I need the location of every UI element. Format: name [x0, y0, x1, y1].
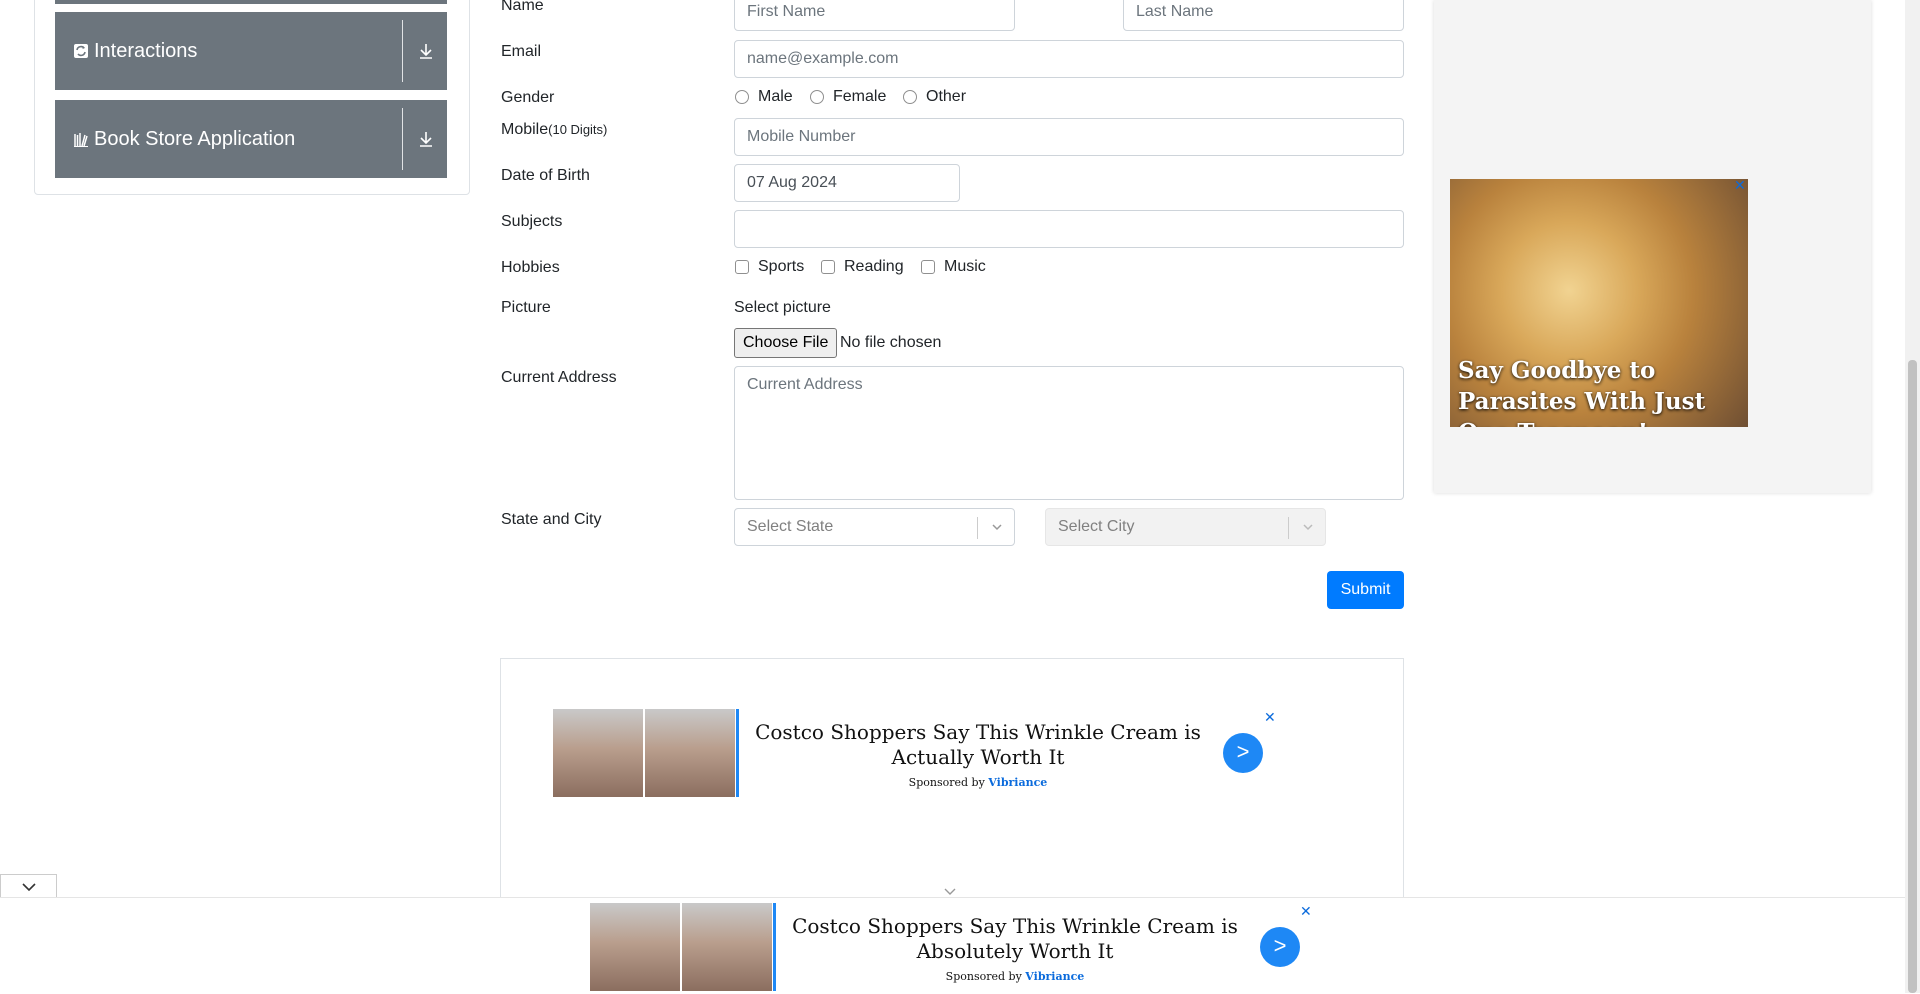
inline-ad-go-button[interactable]: >	[1223, 733, 1263, 773]
gender-female-label[interactable]: Female	[833, 88, 886, 106]
ad-accent-bar	[773, 903, 776, 991]
dob-label: Date of Birth	[501, 167, 590, 184]
mobile-hint: (10 Digits)	[548, 122, 608, 137]
state-select-placeholder: Select State	[747, 518, 834, 535]
gender-other-radio[interactable]	[903, 90, 917, 104]
select-separator	[977, 517, 978, 539]
bottom-ad-go-button[interactable]: >	[1260, 927, 1300, 967]
sponsor-link[interactable]: Vibriance	[1025, 970, 1084, 983]
choose-file-button[interactable]: Choose File	[734, 328, 838, 358]
picture-caption: Select picture	[734, 299, 831, 316]
hobby-music-label[interactable]: Music	[944, 258, 986, 276]
sidebar-item-book-store[interactable]: Book Store Application	[55, 100, 447, 178]
city-select-placeholder: Select City	[1058, 518, 1135, 535]
email-label: Email	[501, 43, 542, 60]
chevron-down-icon[interactable]	[991, 521, 1003, 533]
ad-image-face-left[interactable]	[553, 709, 643, 797]
right-ad-banner[interactable]: Say Goodbye to Parasites With Just One T…	[1450, 179, 1748, 427]
subjects-input[interactable]	[734, 210, 1404, 248]
close-icon[interactable]: ✕	[1300, 903, 1312, 920]
chevron-down-icon[interactable]	[1302, 521, 1314, 533]
mobile-input[interactable]: Mobile Number	[734, 118, 1404, 156]
sidebar-item-label: Book Store Application	[94, 128, 296, 150]
close-icon[interactable]: ✕	[1734, 177, 1746, 194]
sidebar-item-interactions[interactable]: Interactions	[55, 12, 447, 90]
divider	[402, 20, 403, 82]
inline-ad-sponsor: Sponsored by Vibriance	[755, 776, 1201, 789]
gender-label: Gender	[501, 89, 555, 106]
select-separator	[1288, 517, 1289, 539]
book-store-icon	[74, 133, 88, 147]
state-city-label: State and City	[501, 511, 602, 528]
address-label: Current Address	[501, 369, 617, 386]
mobile-label-text: Mobile	[501, 121, 549, 138]
hobby-sports-checkbox[interactable]	[735, 260, 749, 274]
ad-accent-bar	[736, 709, 739, 797]
subjects-label: Subjects	[501, 213, 563, 230]
right-ad-caption[interactable]: Say Goodbye to Parasites With Just One T…	[1458, 355, 1748, 427]
chevron-down-icon[interactable]	[21, 881, 37, 893]
ad-image-face-right[interactable]	[645, 709, 735, 797]
bottom-ad-sponsor: Sponsored by Vibriance	[790, 970, 1240, 983]
hobbies-label: Hobbies	[501, 259, 560, 276]
hobby-reading-checkbox[interactable]	[821, 260, 835, 274]
state-select[interactable]: Select State	[734, 508, 1015, 546]
name-label: Name	[501, 0, 544, 14]
gender-female-radio[interactable]	[810, 90, 824, 104]
ad-image-face-left[interactable]	[590, 903, 680, 991]
interactions-icon	[74, 44, 88, 58]
gender-other-label[interactable]: Other	[926, 88, 966, 106]
hobby-music-checkbox[interactable]	[921, 260, 935, 274]
mobile-label: Mobile(10 Digits)	[501, 121, 607, 139]
hobby-reading-label[interactable]: Reading	[844, 258, 904, 276]
bottom-ad-title[interactable]: Costco Shoppers Say This Wrinkle Cream i…	[790, 914, 1240, 964]
bottom-ad-collapse-tab[interactable]	[0, 874, 57, 898]
sidebar-item-partial[interactable]	[55, 0, 447, 4]
first-name-input[interactable]: First Name	[734, 0, 1015, 31]
city-select[interactable]: Select City	[1045, 508, 1326, 546]
sponsored-prefix: Sponsored by	[945, 970, 1022, 983]
scrollbar-thumb[interactable]	[1908, 360, 1917, 993]
dob-input[interactable]: 07 Aug 2024	[734, 164, 960, 202]
submit-button[interactable]: Submit	[1327, 571, 1404, 609]
sponsored-prefix: Sponsored by	[908, 776, 985, 789]
sponsor-link[interactable]: Vibriance	[988, 776, 1047, 789]
picture-label: Picture	[501, 299, 551, 316]
close-icon[interactable]: ✕	[1264, 709, 1276, 726]
last-name-input[interactable]: Last Name	[1123, 0, 1404, 31]
download-icon[interactable]	[417, 42, 435, 60]
gender-male-label[interactable]: Male	[758, 88, 793, 106]
no-file-text: No file chosen	[840, 334, 942, 351]
gender-male-radio[interactable]	[735, 90, 749, 104]
chevron-down-icon[interactable]	[943, 886, 957, 896]
inline-ad-title[interactable]: Costco Shoppers Say This Wrinkle Cream i…	[755, 720, 1201, 770]
current-address-textarea[interactable]: Current Address	[734, 366, 1404, 500]
ad-image-face-right[interactable]	[682, 903, 772, 991]
divider	[402, 108, 403, 170]
hobby-sports-label[interactable]: Sports	[758, 258, 804, 276]
email-input[interactable]: name@example.com	[734, 40, 1404, 78]
download-icon[interactable]	[417, 130, 435, 148]
sidebar-item-label: Interactions	[94, 40, 198, 62]
